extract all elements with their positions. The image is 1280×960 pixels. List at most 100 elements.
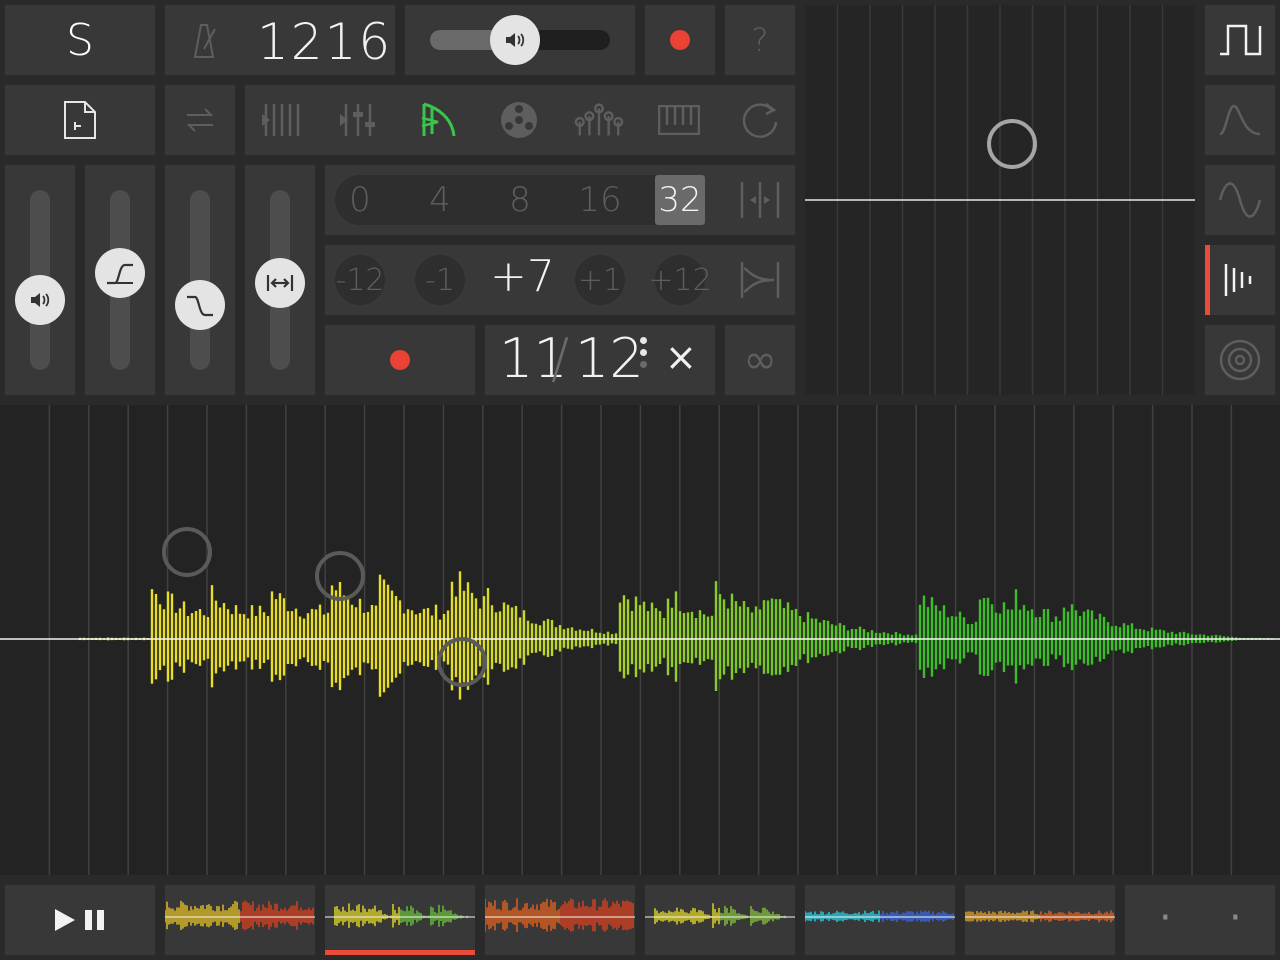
attack-curve-icon [107, 263, 133, 285]
eq-tab[interactable] [574, 95, 624, 145]
xy-pad-cursor[interactable] [987, 119, 1037, 169]
xy-pad[interactable] [805, 5, 1195, 395]
pitch-minus-12[interactable]: -12 [335, 255, 385, 305]
xy-pad-grid [805, 5, 1195, 395]
track-waveform-thumbnail [165, 900, 315, 931]
release-slider[interactable] [165, 165, 235, 395]
slice-marker[interactable] [162, 527, 212, 577]
pitch-value: +7 [490, 251, 555, 302]
sample-icon [421, 102, 456, 137]
split-icon [740, 182, 780, 218]
loop-tab[interactable] [735, 95, 785, 145]
track-slot-1[interactable] [165, 885, 315, 955]
release-knob[interactable] [175, 280, 225, 331]
swap-button[interactable] [165, 85, 235, 155]
step-count-selector: 0 4 8 16 32 [325, 165, 795, 235]
pitch-selector: -12 -1 +7 +1 +12 [325, 245, 795, 315]
track-slot-4[interactable] [645, 885, 795, 955]
play-pause-button[interactable] [5, 885, 155, 955]
slot-dot: · [1229, 895, 1242, 941]
volume-slider[interactable] [5, 165, 75, 395]
file-icon [64, 101, 96, 139]
track-waveform-thumbnail [325, 903, 475, 928]
sequencer-icon [262, 104, 300, 136]
stretch-icon [266, 274, 294, 291]
sine-wave-button[interactable] [1205, 165, 1275, 235]
active-indicator [1205, 245, 1210, 315]
track-waveform-thumbnail [645, 903, 795, 928]
waveform-display [0, 405, 1280, 875]
mixer-tab[interactable] [333, 95, 383, 145]
keyboard-tab[interactable] [654, 95, 704, 145]
attack-slider[interactable] [85, 165, 155, 395]
stretch-knob[interactable] [255, 257, 305, 308]
help-button[interactable]: ? [725, 5, 795, 75]
slice-record-button[interactable] [325, 325, 475, 395]
master-volume-slider[interactable] [405, 5, 635, 75]
track-waveform-thumbnail [965, 910, 1115, 923]
keyboard-icon [658, 105, 700, 135]
track-slot-5[interactable] [805, 885, 955, 955]
trim-button[interactable] [735, 255, 785, 305]
trim-icon [740, 262, 780, 298]
track-waveform-thumbnail [805, 910, 955, 923]
slot-dot: · [1159, 895, 1172, 941]
play-pause-icon [55, 909, 104, 931]
slice-denominator: 12 [575, 327, 644, 390]
file-button[interactable] [5, 85, 155, 155]
empty-track-slot[interactable]: · · [1125, 885, 1275, 955]
target-button[interactable] [1205, 325, 1275, 395]
pitch-plus-1[interactable]: +1 [575, 255, 625, 305]
slice-marker[interactable] [315, 551, 365, 601]
slice-marker[interactable] [437, 637, 487, 687]
slice-menu-icon[interactable] [640, 337, 648, 383]
slice-separator: / [551, 327, 570, 390]
sine-wave-icon [1218, 182, 1262, 218]
mixer-icon [340, 104, 375, 136]
record-dot-icon [670, 30, 690, 50]
square-wave-icon [1220, 24, 1262, 56]
pitch-plus-12[interactable]: +12 [648, 255, 712, 305]
step-option-16[interactable]: 16 [575, 175, 625, 225]
pitch-minus-1[interactable]: -1 [415, 255, 465, 305]
step-option-8[interactable]: 8 [495, 175, 545, 225]
stretch-slider[interactable] [245, 165, 315, 395]
loop-icon [742, 103, 778, 138]
sample-bars-icon [1224, 264, 1252, 296]
track-slot-3[interactable] [485, 885, 635, 955]
step-option-0[interactable]: 0 [335, 175, 385, 225]
attack-knob[interactable] [95, 248, 145, 298]
record-dot-icon [390, 350, 410, 370]
infinity-label: ∞ [743, 337, 777, 383]
track-slot-2[interactable] [325, 885, 475, 955]
tempo-value: 1216 [257, 13, 393, 71]
slice-counter: 11 / 12 × [485, 325, 715, 395]
track-slot-6[interactable] [965, 885, 1115, 955]
square-wave-button[interactable] [1205, 5, 1275, 75]
help-label: ? [751, 21, 769, 59]
sequencer-tab[interactable] [255, 95, 305, 145]
infinite-loop-button[interactable]: ∞ [725, 325, 795, 395]
sample-wave-button[interactable] [1205, 245, 1275, 315]
record-button[interactable] [645, 5, 715, 75]
slice-clear-button[interactable]: × [665, 335, 697, 379]
sliders-icon [574, 103, 624, 136]
logo-letter: S [66, 14, 94, 66]
step-option-4[interactable]: 4 [415, 175, 465, 225]
tape-tab[interactable] [494, 95, 544, 145]
master-volume-knob[interactable] [489, 15, 540, 65]
step-option-32[interactable]: 32 [655, 175, 705, 225]
volume-knob[interactable] [15, 274, 65, 325]
tape-reel-icon [501, 102, 537, 138]
decay-wave-button[interactable] [1205, 85, 1275, 155]
waveform-editor[interactable] [0, 405, 1280, 875]
logo-button[interactable]: S [5, 5, 155, 75]
speaker-icon [505, 33, 524, 47]
tempo-display[interactable]: 1216 [165, 5, 395, 75]
sample-tab[interactable] [413, 95, 463, 145]
decay-curve-icon [1219, 104, 1261, 136]
selected-track-indicator [325, 950, 475, 955]
swap-icon [186, 108, 214, 132]
metronome-icon [193, 24, 216, 58]
split-button[interactable] [735, 175, 785, 225]
